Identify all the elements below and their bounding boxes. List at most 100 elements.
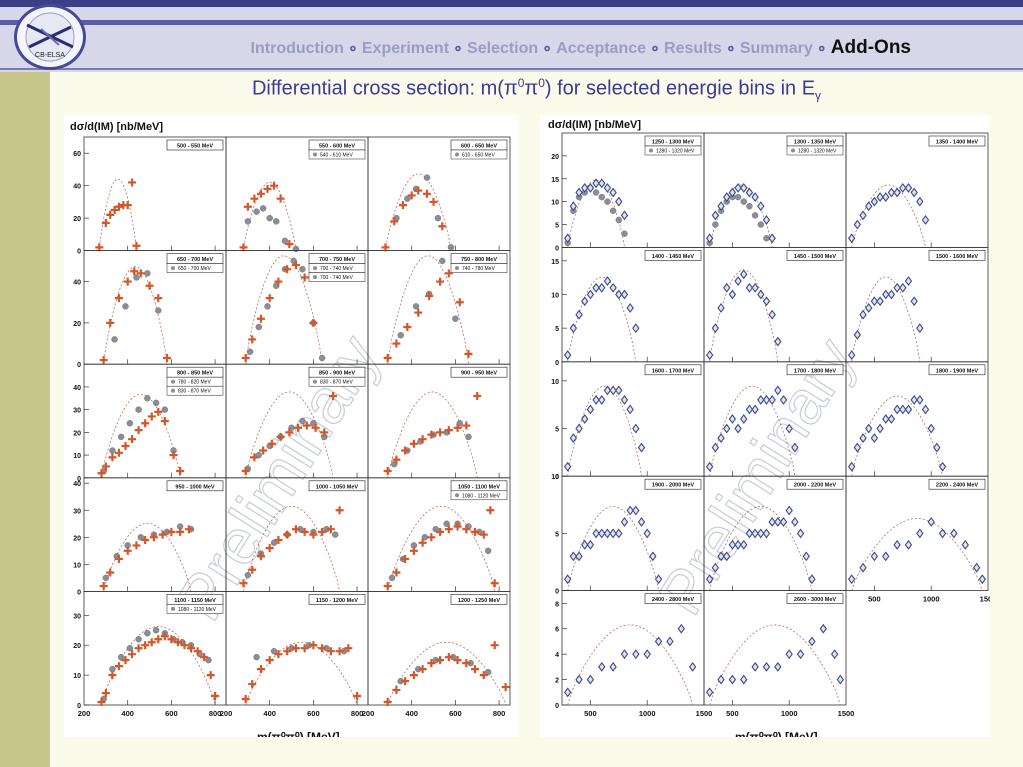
data-point-diamond bbox=[643, 528, 651, 539]
x-tick-label: 200 bbox=[220, 709, 233, 718]
data-point-compare bbox=[255, 323, 262, 331]
nav-link-introduction[interactable]: Introduction bbox=[251, 40, 344, 57]
y-tick-label: 40 bbox=[73, 385, 81, 392]
nav-link-summary[interactable]: Summary bbox=[740, 40, 813, 57]
nav-link-experiment[interactable]: Experiment bbox=[362, 40, 449, 57]
x-tick-label: 600 bbox=[307, 709, 320, 718]
data-point-cross bbox=[471, 527, 480, 536]
y-tick-label: 20 bbox=[73, 430, 81, 437]
data-point-diamond bbox=[791, 517, 799, 527]
data-point-compare bbox=[244, 571, 252, 579]
data-point-diamond bbox=[796, 528, 805, 539]
nav-link-acceptance[interactable]: Acceptance bbox=[556, 40, 646, 57]
data-point-diamond bbox=[904, 404, 913, 415]
data-point-diamond bbox=[609, 282, 617, 293]
data-point-diamond bbox=[768, 309, 776, 320]
data-point-diamond bbox=[586, 539, 595, 550]
panel-energy-label: 1400 - 1450 MeV bbox=[652, 254, 695, 260]
data-point-compare bbox=[592, 189, 600, 196]
data-point-diamond bbox=[615, 528, 623, 539]
data-point-compare bbox=[133, 274, 140, 281]
title-pi-2: π bbox=[524, 77, 539, 100]
data-point-compare bbox=[253, 208, 260, 215]
panel-energy-label: 1150 - 1200 MeV bbox=[316, 598, 358, 604]
data-point-compare bbox=[117, 433, 125, 441]
data-point-diamond bbox=[586, 404, 595, 415]
data-point-cross bbox=[436, 428, 445, 437]
data-point-compare bbox=[746, 203, 753, 210]
panel-energy-label: 550 - 600 MeV bbox=[319, 144, 355, 150]
y-tick-label: 0 bbox=[555, 703, 559, 710]
data-point-cross bbox=[409, 671, 418, 680]
data-point-compare bbox=[412, 303, 420, 310]
data-point-diamond bbox=[711, 210, 720, 221]
data-point-diamond bbox=[677, 623, 685, 634]
data-point-compare bbox=[465, 433, 472, 441]
data-point-diamond bbox=[734, 423, 742, 434]
data-point-diamond bbox=[933, 442, 941, 453]
data-point-diamond bbox=[819, 623, 827, 634]
y-tick-label: 15 bbox=[551, 177, 559, 184]
data-point-cross bbox=[114, 662, 123, 671]
data-point-cross bbox=[501, 683, 510, 692]
data-point-diamond bbox=[620, 210, 629, 221]
data-point-cross bbox=[132, 241, 141, 250]
y-tick-label: 5 bbox=[555, 326, 559, 333]
data-point-diamond bbox=[853, 329, 862, 340]
nav-link-results[interactable]: Results bbox=[664, 40, 722, 57]
data-point-cross bbox=[398, 201, 407, 210]
y-tick-label: 15 bbox=[551, 259, 559, 266]
data-point-cross bbox=[309, 641, 318, 650]
data-point-compare bbox=[299, 265, 306, 273]
data-point-diamond bbox=[598, 661, 606, 672]
nav-link-selection[interactable]: Selection bbox=[467, 40, 538, 57]
data-point-compare bbox=[259, 205, 267, 212]
data-point-diamond bbox=[740, 674, 748, 685]
panel-energy-label: 2400 - 2800 MeV bbox=[652, 597, 695, 603]
legend-marker bbox=[171, 379, 175, 384]
panel-frame bbox=[845, 132, 989, 248]
data-point-diamond bbox=[910, 187, 918, 198]
panel-energy-label: 1900 - 2000 MeV bbox=[652, 483, 695, 489]
data-point-compare bbox=[152, 627, 160, 634]
data-point-diamond bbox=[870, 196, 879, 207]
data-point-diamond bbox=[626, 303, 634, 313]
data-point-compare bbox=[144, 270, 151, 277]
nav-separator: ∘ bbox=[542, 40, 553, 57]
data-point-diamond bbox=[575, 551, 583, 562]
data-point-diamond bbox=[649, 551, 657, 562]
legend-marker bbox=[171, 388, 175, 393]
panel: 0 10 20 30 40 800 - 850 MeV 780 - 820 MeV 830 -… bbox=[73, 363, 227, 483]
data-point-cross bbox=[123, 546, 132, 555]
data-point-diamond bbox=[632, 323, 640, 334]
y-tick-label: 20 bbox=[73, 643, 81, 650]
x-axis-title: m(π⁰π⁰) [MeV] bbox=[735, 730, 818, 737]
data-point-diamond bbox=[859, 210, 867, 221]
panel-frame bbox=[367, 590, 511, 706]
fit-curve bbox=[709, 184, 773, 248]
data-point-cross bbox=[381, 243, 390, 252]
panel-legend-label: 1280 - 1320 MeV bbox=[798, 149, 837, 155]
data-point-cross bbox=[444, 653, 453, 662]
y-tick-label: 10 bbox=[551, 293, 559, 300]
data-point-diamond bbox=[921, 404, 930, 415]
left-sidebar-band bbox=[0, 0, 50, 767]
data-point-cross bbox=[490, 579, 499, 588]
data-point-diamond bbox=[632, 505, 640, 516]
y-tick-label: 6 bbox=[555, 627, 559, 634]
panel-energy-label: 1600 - 1700 MeV bbox=[652, 368, 695, 374]
panel: 550 - 600 MeV 540 - 610 MeV bbox=[225, 136, 369, 253]
panel-energy-label: 650 - 700 MeV bbox=[177, 257, 213, 263]
data-point-diamond bbox=[916, 196, 924, 207]
data-point-diamond bbox=[609, 661, 617, 672]
y-tick-label: 40 bbox=[73, 280, 81, 287]
data-point-cross bbox=[471, 665, 480, 674]
data-point-compare bbox=[609, 207, 617, 214]
data-point-diamond bbox=[916, 528, 924, 539]
legend-marker bbox=[171, 266, 175, 271]
data-point-diamond bbox=[603, 276, 612, 286]
data-point-diamond bbox=[882, 192, 890, 202]
nav-link-add-ons[interactable]: Add-Ons bbox=[831, 37, 911, 58]
panel-energy-label: 900 - 950 MeV bbox=[461, 371, 497, 377]
data-point-diamond bbox=[717, 303, 725, 313]
